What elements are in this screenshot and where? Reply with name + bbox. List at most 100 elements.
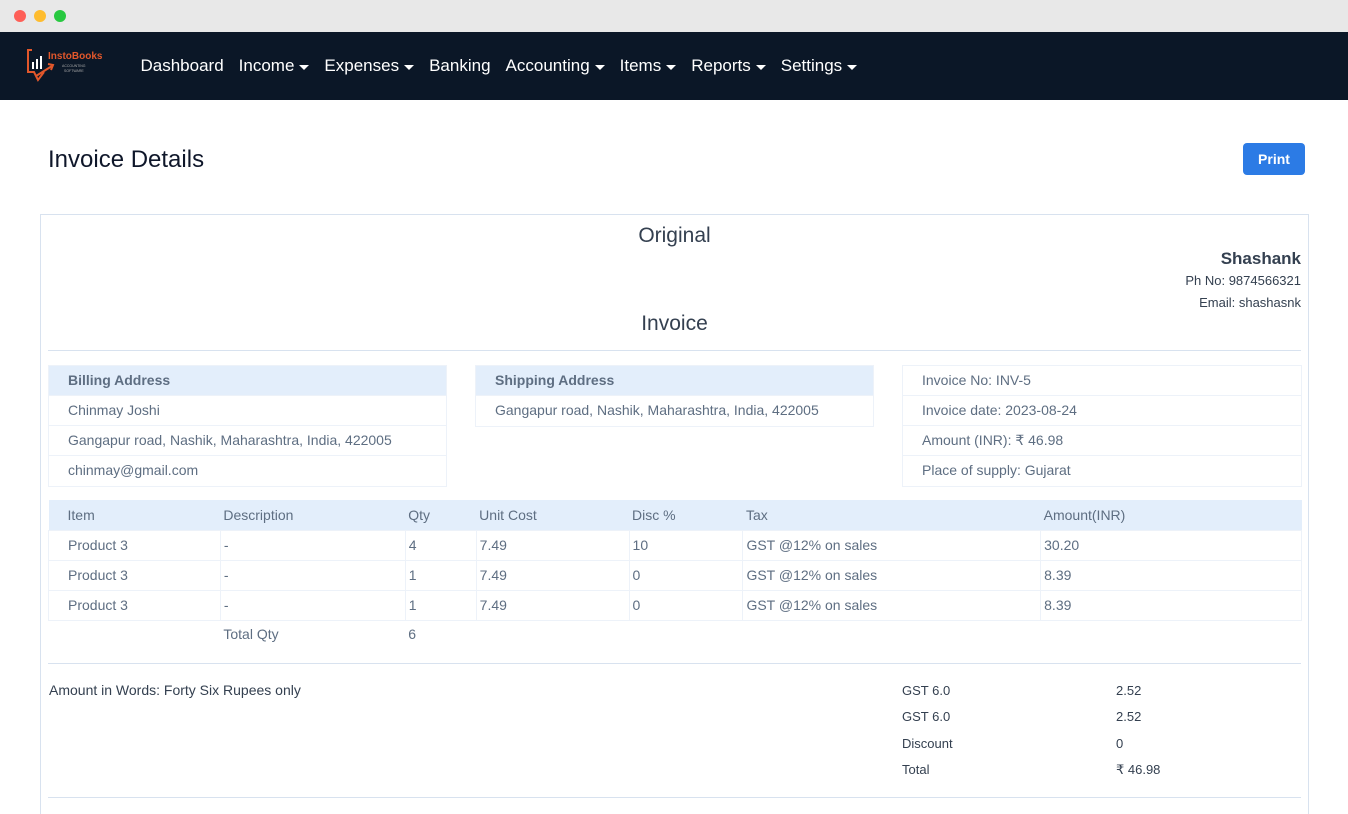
total-qty-row: Total Qty 6 [49, 620, 1302, 648]
invoice-meta-box: Invoice No: INV-5 Invoice date: 2023-08-… [902, 365, 1302, 487]
top-navbar: InstoBooks ACCOUNTING SOFTWARE Dashboard… [0, 32, 1348, 100]
table-cell: 10 [628, 529, 744, 561]
window-titlebar [0, 0, 1348, 32]
table-cell: Product 3 [48, 529, 221, 561]
nav-item-label: Income [238, 56, 295, 75]
caret-down-icon [847, 64, 858, 70]
nav-item-items[interactable]: Items [612, 56, 684, 76]
column-header: Disc % [629, 500, 743, 530]
caret-down-icon [299, 64, 310, 70]
nav-item-label: Dashboard [140, 56, 224, 75]
summary-label: Total [902, 762, 930, 778]
caret-down-icon [755, 64, 766, 70]
total-qty-value: 6 [408, 626, 417, 643]
summary-label: GST 6.0 [902, 709, 951, 725]
amount-in-words: Amount in Words: Forty Six Rupees only [49, 682, 301, 698]
company-info: Shashank Ph No: 9874566321 Email: shasha… [1185, 248, 1301, 314]
summary-value: 0 [1116, 735, 1124, 751]
nav-item-expenses[interactable]: Expenses [317, 56, 422, 76]
invoice-items-table: Item Description Qty Unit Cost Disc % Tax Amou… [48, 500, 1302, 648]
empty-cell [629, 620, 743, 648]
billing-name: Chinmay Joshi [49, 396, 446, 426]
column-header: Item [48, 500, 221, 530]
table-cell: - [219, 559, 406, 591]
empty-cell [743, 620, 1041, 648]
table-cell: 8.39 [1040, 589, 1302, 621]
column-header: Qty [405, 500, 477, 530]
logo-icon: InstoBooks ACCOUNTING SOFTWARE [27, 49, 103, 82]
empty-cell [1041, 620, 1302, 648]
caret-down-icon [666, 64, 677, 70]
divider [48, 797, 1301, 798]
nav-item-label: Settings [780, 56, 843, 75]
print-button[interactable]: Print [1243, 143, 1305, 175]
svg-text:ACCOUNTING: ACCOUNTING [62, 64, 86, 68]
nav-item-label: Accounting [505, 56, 590, 75]
table-cell: GST @12% on sales [742, 589, 1042, 621]
nav-item-dashboard[interactable]: Dashboard [133, 56, 231, 76]
divider [48, 663, 1301, 664]
nav-item-settings[interactable]: Settings [773, 56, 864, 76]
table-cell: - [219, 529, 406, 561]
page-header: Invoice Details Print [0, 100, 1348, 214]
column-header: Amount(INR) [1040, 500, 1302, 530]
table-cell: 30.20 [1040, 529, 1302, 561]
shipping-address-box: Shipping Address Gangapur road, Nashik, … [475, 365, 874, 427]
table-cell: Product 3 [48, 559, 221, 591]
place-of-supply: Place of supply: Gujarat [922, 462, 1071, 478]
svg-text:InstoBooks: InstoBooks [48, 51, 103, 62]
column-header: Tax [742, 500, 1041, 530]
summary-value: 2.52 [1116, 709, 1142, 725]
window-minimize-button[interactable] [34, 10, 46, 22]
page-title: Invoice Details [48, 146, 205, 173]
table-cell: - [219, 589, 406, 621]
table-row: Product 3-1 7.49 0 GST @12% on sales 8.39 [48, 589, 1302, 621]
summary-row: GST 6.0 2.52 [902, 677, 1202, 704]
total-qty-label: Total Qty [223, 626, 279, 643]
svg-text:SOFTWARE: SOFTWARE [64, 69, 84, 73]
table-cell: 8.39 [1040, 559, 1302, 591]
nav-item-income[interactable]: Income [231, 56, 317, 76]
nav-item-reports[interactable]: Reports [684, 56, 774, 76]
table-row: Product 3-4 7.49 10 GST @12% on sales 30.20 [48, 529, 1302, 561]
summary-value: ₹ 46.98 [1116, 761, 1161, 777]
table-cell: 4 [404, 529, 477, 561]
summary-value: 2.52 [1116, 682, 1142, 698]
invoice-amount: Amount (INR): ₹ 46.98 [903, 426, 1301, 456]
table-cell: 0 [628, 559, 744, 591]
nav-item-banking[interactable]: Banking [422, 56, 498, 76]
nav-item-label: Banking [429, 56, 491, 75]
window-maximize-button[interactable] [54, 10, 66, 22]
empty-cell [49, 620, 221, 648]
invoice-heading: Invoice [641, 312, 708, 335]
summary-label: GST 6.0 [902, 682, 951, 698]
table-cell: 7.49 [475, 529, 630, 561]
instobooks-logo[interactable]: InstoBooks ACCOUNTING SOFTWARE [26, 46, 133, 86]
divider [48, 350, 1301, 351]
company-phone: Ph No: 9874566321 [1185, 273, 1301, 288]
table-cell: GST @12% on sales [742, 529, 1042, 561]
nav-menu: Dashboard Income Expenses Banking Accounting… [133, 56, 865, 76]
invoice-card: Original Shashank Ph No: 9874566321 Emai… [40, 214, 1309, 814]
nav-item-label: Expenses [324, 56, 400, 75]
window-close-button[interactable] [14, 10, 26, 22]
column-header: Unit Cost [476, 500, 630, 530]
invoice-copy-label: Original [638, 224, 711, 247]
caret-down-icon [404, 64, 415, 70]
summary-row: Discount 0 [902, 730, 1202, 757]
table-cell: 1 [404, 589, 477, 621]
table-header-row: Item Description Qty Unit Cost Disc % Tax Amou… [48, 500, 1302, 530]
summary-label: Discount [902, 735, 953, 751]
column-header: Description [220, 500, 406, 530]
invoice-summary: GST 6.0 2.52 GST 6.0 2.52 Discount 0 Total ₹ 46… [902, 677, 1202, 783]
summary-row: Total ₹ 46.98 [902, 757, 1202, 784]
table-cell: 0 [628, 589, 744, 621]
billing-address-header: Billing Address [49, 366, 446, 396]
table-cell: Product 3 [48, 589, 221, 621]
shipping-address: Gangapur road, Nashik, Maharashtra, Indi… [495, 402, 819, 418]
billing-address: Gangapur road, Nashik, Maharashtra, Indi… [49, 426, 446, 456]
nav-item-accounting[interactable]: Accounting [498, 56, 612, 76]
table-row: Product 3-1 7.49 0 GST @12% on sales 8.39 [48, 559, 1302, 591]
caret-down-icon [594, 64, 605, 70]
billing-address-box: Billing Address Chinmay Joshi Gangapur r… [48, 365, 447, 487]
